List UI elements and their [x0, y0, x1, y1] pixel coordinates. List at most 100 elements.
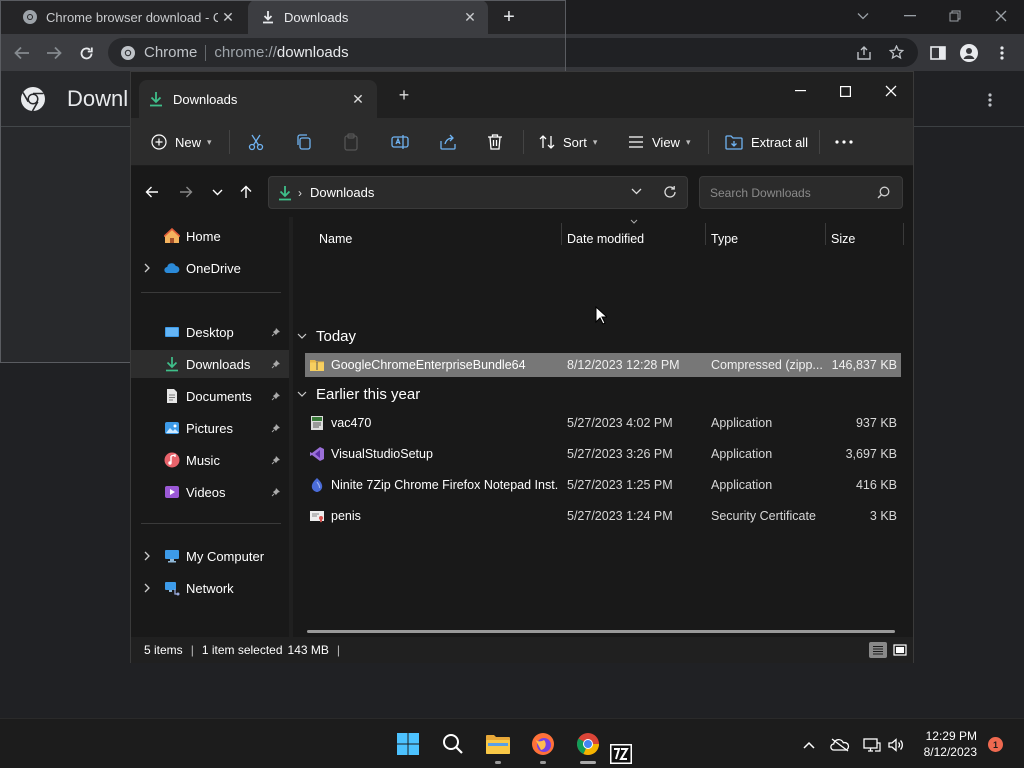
- table-row[interactable]: penis 5/27/2023 1:24 PM Security Certifi…: [305, 504, 901, 528]
- sidebar-item-network[interactable]: Network: [131, 574, 289, 602]
- up-arrow-icon[interactable]: [235, 181, 257, 203]
- chrome-tab-1[interactable]: Chrome browser download - Chr ✕: [10, 0, 246, 34]
- share-icon[interactable]: [856, 45, 872, 60]
- close-icon[interactable]: ✕: [347, 88, 369, 110]
- firefox-taskbar-button[interactable]: [528, 729, 558, 759]
- search-box[interactable]: Search Downloads: [699, 176, 903, 209]
- view-button[interactable]: View ▾: [628, 127, 690, 157]
- table-row[interactable]: GoogleChromeEnterpriseBundle64 8/12/2023…: [305, 353, 901, 377]
- close-icon[interactable]: ✕: [218, 7, 238, 27]
- chevron-down-icon[interactable]: [631, 188, 642, 195]
- explorer-title-bar[interactable]: Downloads ✕ +: [131, 72, 913, 118]
- pin-icon[interactable]: [271, 391, 281, 401]
- sidebar-item-home[interactable]: Home: [131, 222, 289, 250]
- sidebar-item-label: Desktop: [186, 324, 234, 340]
- rename-button[interactable]: [391, 127, 409, 157]
- table-row[interactable]: vac470 5/27/2023 4:02 PM Application 937…: [305, 411, 901, 435]
- more-options-button[interactable]: [835, 127, 853, 157]
- kebab-menu-icon[interactable]: [978, 88, 1002, 112]
- system-clock[interactable]: 12:29 PM 8/12/2023: [905, 728, 977, 760]
- search-button[interactable]: [438, 729, 468, 759]
- sidebar-item-downloads[interactable]: Downloads: [131, 350, 289, 378]
- address-bar[interactable]: Chrome chrome://downloads: [108, 38, 918, 67]
- new-tab-button[interactable]: +: [393, 84, 415, 106]
- onedrive-offline-icon[interactable]: [830, 735, 850, 755]
- search-input[interactable]: Search Downloads: [710, 186, 811, 200]
- table-row[interactable]: VisualStudioSetup 5/27/2023 3:26 PM Appl…: [305, 442, 901, 466]
- forward-arrow-icon[interactable]: [41, 40, 67, 66]
- profile-avatar-icon[interactable]: [956, 40, 982, 66]
- group-header-today[interactable]: Today: [297, 324, 356, 348]
- chevron-right-icon[interactable]: [141, 551, 153, 561]
- column-separator[interactable]: [825, 223, 826, 245]
- column-header-type[interactable]: Type: [711, 227, 738, 251]
- table-row[interactable]: Ninite 7Zip Chrome Firefox Notepad Inst.…: [305, 473, 901, 497]
- sidebar-item-videos[interactable]: Videos: [131, 478, 289, 506]
- extract-all-button[interactable]: Extract all: [725, 127, 808, 157]
- column-header-name[interactable]: Name: [319, 227, 352, 251]
- paste-button[interactable]: [343, 127, 359, 157]
- new-tab-button[interactable]: +: [498, 6, 520, 28]
- network-status-icon[interactable]: [862, 735, 882, 755]
- refresh-icon[interactable]: [663, 185, 677, 199]
- explorer-tab[interactable]: Downloads ✕: [139, 80, 377, 118]
- sidebar-item-pictures[interactable]: Pictures: [131, 414, 289, 442]
- chrome-tab-2[interactable]: Downloads ✕: [248, 0, 488, 34]
- forward-arrow-icon[interactable]: [175, 181, 197, 203]
- sidebar-item-documents[interactable]: Documents: [131, 382, 289, 410]
- pin-icon[interactable]: [271, 423, 281, 433]
- horizontal-scrollbar[interactable]: [307, 630, 895, 633]
- start-button[interactable]: [393, 729, 423, 759]
- copy-button[interactable]: [295, 127, 313, 157]
- pin-icon[interactable]: [271, 359, 281, 369]
- back-arrow-icon[interactable]: [9, 40, 35, 66]
- restore-icon[interactable]: [943, 6, 967, 26]
- chevron-right-icon[interactable]: [141, 583, 153, 593]
- sidebar-item-onedrive[interactable]: OneDrive: [131, 254, 289, 282]
- download-icon: [164, 356, 180, 372]
- file-explorer-taskbar-button[interactable]: [483, 729, 513, 759]
- back-arrow-icon[interactable]: [141, 181, 163, 203]
- reload-icon[interactable]: [73, 40, 99, 66]
- path-bar[interactable]: › Downloads: [268, 176, 688, 209]
- volume-icon[interactable]: [886, 735, 906, 755]
- chevron-down-icon[interactable]: [851, 6, 875, 26]
- close-icon[interactable]: ✕: [460, 7, 480, 27]
- minimize-icon[interactable]: [898, 6, 922, 26]
- copy-icon: [295, 133, 313, 151]
- chevron-right-icon[interactable]: [141, 263, 153, 273]
- recent-locations-icon[interactable]: [206, 181, 228, 203]
- download-icon: [278, 185, 292, 201]
- column-header-date[interactable]: Date modified: [567, 227, 644, 251]
- sidebar-item-my-computer[interactable]: My Computer: [131, 542, 289, 570]
- notification-badge[interactable]: 1: [988, 737, 1003, 752]
- chrome-taskbar-button[interactable]: [573, 729, 603, 759]
- delete-button[interactable]: [487, 127, 503, 157]
- sidebar-item-music[interactable]: Music: [131, 446, 289, 474]
- minimize-icon[interactable]: [785, 78, 815, 104]
- kebab-menu-icon[interactable]: [989, 40, 1015, 66]
- close-icon[interactable]: [989, 6, 1013, 26]
- side-panel-icon[interactable]: [925, 40, 951, 66]
- sidebar-item-desktop[interactable]: Desktop: [131, 318, 289, 346]
- pin-icon[interactable]: [271, 455, 281, 465]
- sort-button[interactable]: Sort ▾: [539, 127, 597, 157]
- large-icons-view-icon[interactable]: [891, 642, 909, 658]
- cut-button[interactable]: [247, 127, 265, 157]
- share-button[interactable]: [439, 127, 457, 157]
- maximize-icon[interactable]: [830, 78, 860, 104]
- column-separator[interactable]: [705, 223, 706, 245]
- column-separator[interactable]: [903, 223, 904, 245]
- pin-icon[interactable]: [271, 327, 281, 337]
- 7zip-taskbar-button[interactable]: [608, 741, 634, 767]
- new-button[interactable]: New ▾: [151, 127, 212, 157]
- chevron-up-icon[interactable]: [799, 735, 819, 755]
- bookmark-star-icon[interactable]: [889, 45, 904, 60]
- breadcrumb[interactable]: Downloads: [310, 185, 374, 200]
- close-icon[interactable]: [876, 78, 906, 104]
- column-header-size[interactable]: Size: [831, 227, 855, 251]
- group-header-earlier-this-year[interactable]: Earlier this year: [297, 382, 420, 406]
- details-view-icon[interactable]: [869, 642, 887, 658]
- pin-icon[interactable]: [271, 487, 281, 497]
- column-separator[interactable]: [561, 223, 562, 245]
